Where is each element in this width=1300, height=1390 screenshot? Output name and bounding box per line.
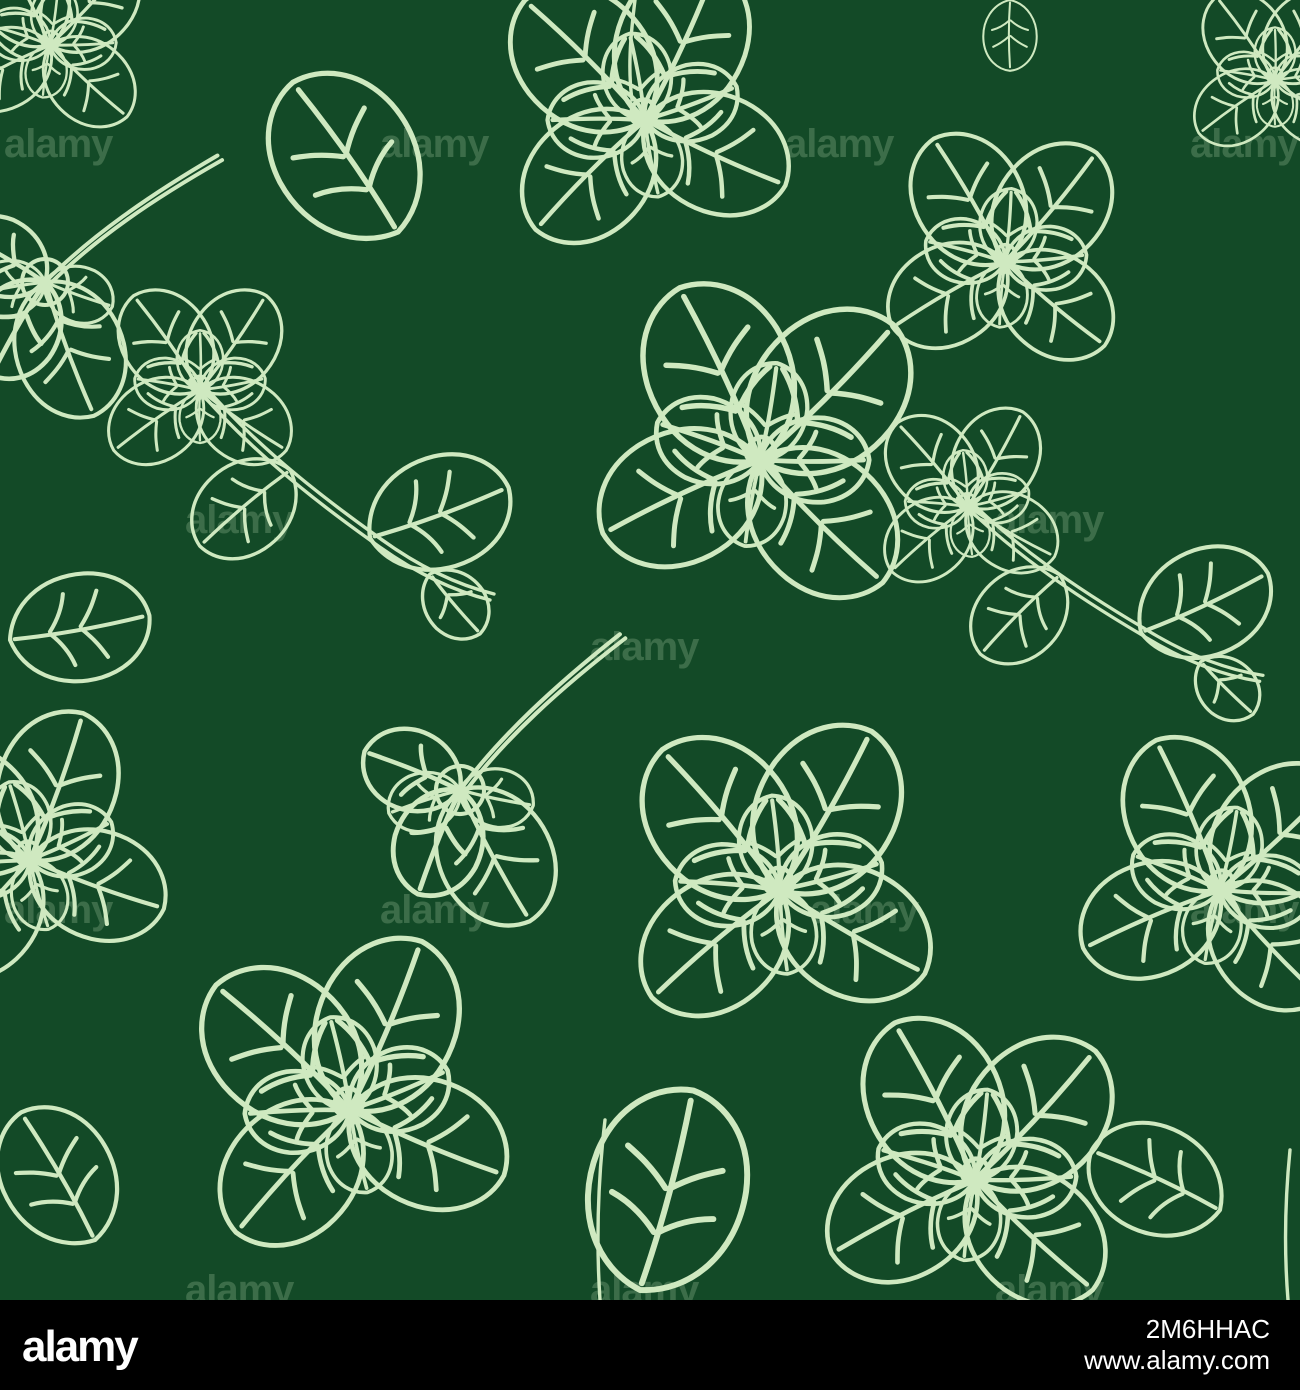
oregano-pattern-artwork: [0, 0, 1300, 1300]
alamy-logo: alamy: [22, 1322, 139, 1371]
image-id: 2M6HHAC: [1145, 1314, 1270, 1344]
site-url: www.alamy.com: [1084, 1345, 1270, 1375]
image-info: 2M6HHAC www.alamy.com: [1084, 1314, 1270, 1376]
stock-footer-bar: alamy 2M6HHAC www.alamy.com: [0, 1300, 1300, 1390]
